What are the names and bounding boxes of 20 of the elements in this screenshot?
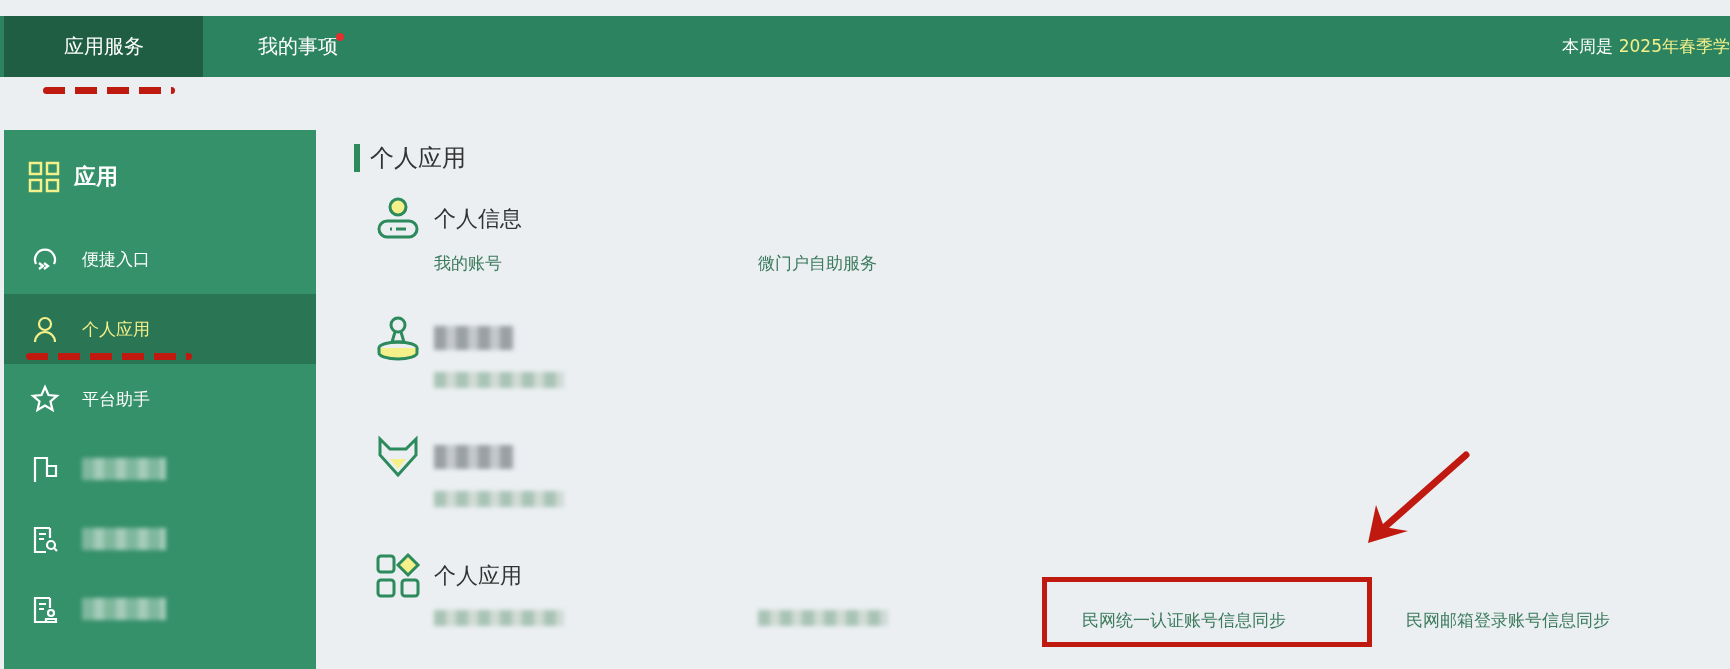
section-heading: 个人应用 [370, 143, 466, 174]
sidebar-title: 应用 [74, 163, 118, 191]
app-link[interactable]: 民网统一认证账号信息同步 [1082, 609, 1286, 630]
notification-dot [336, 33, 344, 41]
grid-icon [28, 161, 60, 193]
app-link[interactable]: 微门户自助服务 [758, 252, 877, 273]
apps-icon [374, 552, 422, 600]
group-title: 个人信息 [434, 205, 522, 233]
week-notice: 本周是 [1561, 35, 1613, 58]
star-icon [30, 384, 60, 414]
sidebar-item[interactable]: 个人应用 [4, 294, 316, 364]
semester-text: 2025年春季学 [1618, 35, 1730, 58]
nav-tab[interactable]: 应用服务 [4, 16, 203, 77]
app-link[interactable]: 民网邮箱登录账号信息同步 [1406, 609, 1610, 630]
group-title: 个人应用 [434, 562, 522, 590]
app-link[interactable]: 我的账号 [434, 252, 502, 273]
sidebar-item[interactable]: 平台助手 [4, 364, 316, 434]
heading-accent-bar [354, 144, 360, 172]
nav-tab[interactable]: 我的事项 [203, 16, 393, 77]
sidebar-item[interactable]: 便捷入口 [4, 224, 316, 294]
